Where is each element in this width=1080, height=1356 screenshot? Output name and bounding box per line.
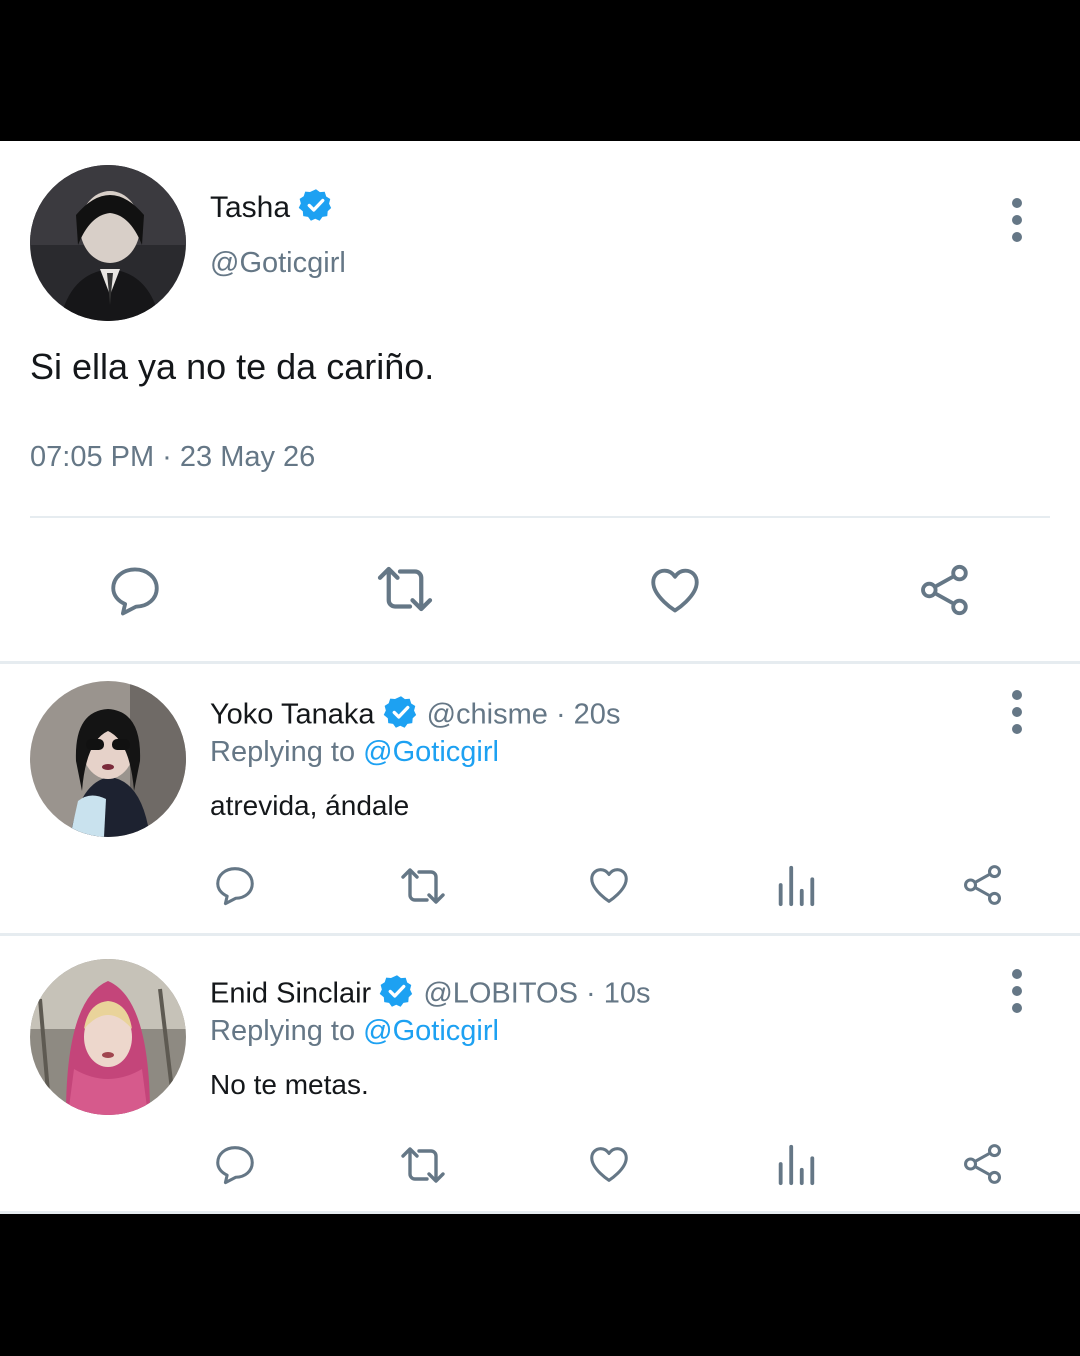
reply-author-name[interactable]: Yoko Tanaka <box>210 699 374 731</box>
heart-icon[interactable] <box>585 862 633 908</box>
heart-icon[interactable] <box>585 1141 633 1187</box>
more-vertical-icon[interactable] <box>1010 969 1024 1020</box>
retweet-icon[interactable] <box>395 1141 451 1189</box>
reply-text: atrevida, ándale <box>210 790 410 821</box>
share-icon[interactable] <box>960 862 1006 908</box>
reply-header: Enid Sinclair @LOBITOS · 10s <box>210 973 650 1017</box>
separator <box>0 1211 1080 1214</box>
reply-time: · 10s <box>586 977 651 1010</box>
comment-icon[interactable] <box>212 1141 258 1187</box>
main-author-name-text[interactable]: Tasha <box>210 191 290 224</box>
comment-icon[interactable] <box>212 862 258 908</box>
replying-to-line: Replying to @Goticgirl <box>210 736 499 769</box>
reply-author-handle[interactable]: @chisme <box>427 699 548 731</box>
share-icon[interactable] <box>960 1141 1006 1187</box>
reply-time: · 20s <box>555 698 621 731</box>
share-icon[interactable] <box>915 561 975 619</box>
separator <box>0 661 1080 664</box>
replying-to-prefix: Replying to <box>210 1015 356 1047</box>
analytics-icon[interactable] <box>774 862 818 908</box>
verified-badge-icon <box>383 694 419 738</box>
replying-to-line: Replying to @Goticgirl <box>210 1015 499 1048</box>
divider <box>30 516 1050 518</box>
comment-icon[interactable] <box>106 561 164 619</box>
reply-header: Yoko Tanaka @chisme · 20s <box>210 694 620 738</box>
main-tweet-timestamp[interactable]: 07:05 PM · 23 May 26 <box>30 441 315 474</box>
more-vertical-icon[interactable] <box>1010 198 1024 249</box>
reply-text: No te metas. <box>210 1069 369 1100</box>
avatar-enid-sinclair[interactable] <box>30 959 186 1115</box>
main-tweet-text: Si ella ya no te da cariño. <box>30 346 435 387</box>
replying-to-prefix: Replying to <box>210 736 356 768</box>
retweet-icon[interactable] <box>370 559 440 619</box>
retweet-icon[interactable] <box>395 862 451 910</box>
main-author-handle[interactable]: @Goticgirl <box>210 247 346 280</box>
tweet-thread: Tasha @Goticgirl Si ella ya no te da car… <box>0 141 1080 1214</box>
avatar-yoko-tanaka[interactable] <box>30 681 186 837</box>
replying-to-mention[interactable]: @Goticgirl <box>363 1015 499 1047</box>
more-vertical-icon[interactable] <box>1010 690 1024 741</box>
verified-badge-icon <box>379 973 415 1017</box>
main-author-name[interactable]: Tasha <box>210 187 334 231</box>
heart-icon[interactable] <box>645 561 705 619</box>
analytics-icon[interactable] <box>774 1141 818 1187</box>
reply-author-name[interactable]: Enid Sinclair <box>210 978 371 1010</box>
avatar-tasha[interactable] <box>30 165 186 321</box>
verified-badge-icon <box>298 187 334 231</box>
reply-author-handle[interactable]: @LOBITOS <box>423 978 578 1010</box>
separator <box>0 933 1080 936</box>
replying-to-mention[interactable]: @Goticgirl <box>363 736 499 768</box>
